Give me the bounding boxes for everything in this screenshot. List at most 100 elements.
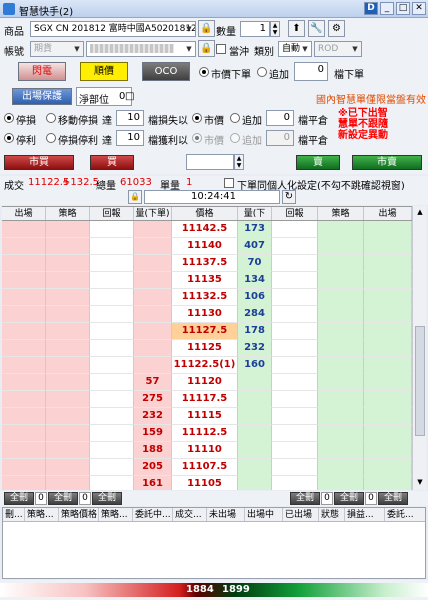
report-right-cell[interactable] (272, 476, 318, 490)
sell-button[interactable]: 賣 (296, 155, 340, 170)
exit-left-cell[interactable] (2, 425, 46, 442)
quantity-input[interactable]: 1 (240, 21, 270, 37)
market-order-radio[interactable] (199, 67, 209, 77)
stop-loss-chase-input[interactable]: 0 (266, 110, 294, 126)
exit-right-cell[interactable] (364, 323, 412, 340)
strategy-right-cell[interactable] (318, 306, 364, 323)
report-right-cell[interactable] (272, 357, 318, 374)
exit-right-cell[interactable] (364, 238, 412, 255)
price-cell[interactable]: 11132.5 (172, 289, 238, 306)
report-right-cell[interactable] (272, 425, 318, 442)
price-cell[interactable]: 11105 (172, 476, 238, 490)
ask-qty-cell[interactable] (238, 425, 272, 442)
bid-qty-cell[interactable]: 205 (134, 459, 172, 476)
bid-qty-cell[interactable] (134, 340, 172, 357)
col-status[interactable]: 狀態 (319, 508, 345, 521)
strategy-right-cell[interactable] (318, 221, 364, 238)
col-pnl[interactable]: 損益... (345, 508, 385, 521)
price-cell[interactable]: 11120 (172, 374, 238, 391)
report-left-cell[interactable] (90, 306, 134, 323)
exit-left-cell[interactable] (2, 255, 46, 272)
exit-right-cell[interactable] (364, 425, 412, 442)
strategy-left-cell[interactable] (46, 221, 90, 238)
bid-qty-cell[interactable] (134, 306, 172, 323)
bid-qty-cell[interactable] (134, 221, 172, 238)
exit-left-cell[interactable] (2, 238, 46, 255)
strategy-left-cell[interactable] (46, 374, 90, 391)
bid-qty-cell[interactable] (134, 272, 172, 289)
exit-right-cell[interactable] (364, 374, 412, 391)
report-left-cell[interactable] (90, 442, 134, 459)
maximize-button[interactable]: □ (396, 2, 410, 15)
exit-right-cell[interactable] (364, 476, 412, 490)
col-pending[interactable]: 委託中... (133, 508, 173, 521)
strategy-right-cell[interactable] (318, 255, 364, 272)
exit-left-cell[interactable] (2, 374, 46, 391)
exit-left-cell[interactable] (2, 340, 46, 357)
account-type-select[interactable]: 期貨 ▼ (30, 41, 84, 57)
ask-qty-cell[interactable] (238, 476, 272, 490)
cancel-all-exit-left-button[interactable]: 全刪 (4, 492, 34, 505)
cancel-all-strategy-right-button[interactable]: 全刪 (334, 492, 364, 505)
report-left-cell[interactable] (90, 289, 134, 306)
strategy-left-cell[interactable] (46, 459, 90, 476)
strategy-right-cell[interactable] (318, 391, 364, 408)
strategy-right-cell[interactable] (318, 374, 364, 391)
ask-qty-cell[interactable] (238, 459, 272, 476)
exit-left-cell[interactable] (2, 306, 46, 323)
col-order[interactable]: 委託... (385, 508, 425, 521)
strategy-left-cell[interactable] (46, 357, 90, 374)
strategy-left-cell[interactable] (46, 408, 90, 425)
report-right-cell[interactable] (272, 323, 318, 340)
minimize-button[interactable]: _ (380, 2, 394, 15)
ask-qty-cell[interactable]: 134 (238, 272, 272, 289)
exit-left-cell[interactable] (2, 357, 46, 374)
report-left-cell[interactable] (90, 323, 134, 340)
take-profit-market-radio[interactable] (192, 133, 202, 143)
report-right-cell[interactable] (272, 374, 318, 391)
col-not-exited[interactable]: 未出場 (207, 508, 245, 521)
oco-button[interactable]: OCO (142, 62, 190, 81)
price-cell[interactable]: 11122.5(1) (172, 357, 238, 374)
report-right-cell[interactable] (272, 459, 318, 476)
refresh-icon[interactable]: ↻ (282, 190, 296, 204)
strategy-right-cell[interactable] (318, 238, 364, 255)
exit-right-cell[interactable] (364, 391, 412, 408)
col-strategy-price[interactable]: 策略價格 (59, 508, 99, 521)
price-cell[interactable]: 11127.5 (172, 323, 238, 340)
stop-loss-radio[interactable] (4, 113, 14, 123)
strategy-left-cell[interactable] (46, 255, 90, 272)
report-right-cell[interactable] (272, 391, 318, 408)
strategy-left-cell[interactable] (46, 442, 90, 459)
strategy-left-cell[interactable] (46, 306, 90, 323)
strategy-right-cell[interactable] (318, 289, 364, 306)
flash-button[interactable]: 閃電 (18, 62, 66, 81)
ask-qty-cell[interactable]: 178 (238, 323, 272, 340)
bid-qty-cell[interactable] (134, 357, 172, 374)
report-left-cell[interactable] (90, 476, 134, 490)
report-left-cell[interactable] (90, 221, 134, 238)
strategy-left-cell[interactable] (46, 289, 90, 306)
col-strategy[interactable]: 策略... (25, 508, 59, 521)
bid-qty-cell[interactable] (134, 289, 172, 306)
scroll-up-icon[interactable]: ▲ (415, 208, 425, 218)
exit-right-cell[interactable] (364, 357, 412, 374)
ask-qty-cell[interactable]: 284 (238, 306, 272, 323)
exit-protect-button[interactable]: 出場保護 (12, 88, 72, 105)
report-left-cell[interactable] (90, 272, 134, 289)
col-delete[interactable]: 刪... (3, 508, 25, 521)
bid-qty-cell[interactable]: 232 (134, 408, 172, 425)
report-right-cell[interactable] (272, 442, 318, 459)
bid-qty-cell[interactable] (134, 255, 172, 272)
ask-qty-cell[interactable]: 70 (238, 255, 272, 272)
rod-select[interactable]: ROD ▼ (314, 41, 362, 57)
price-cell[interactable]: 11135 (172, 272, 238, 289)
exit-right-cell[interactable] (364, 272, 412, 289)
exit-left-cell[interactable] (2, 221, 46, 238)
exit-left-cell[interactable] (2, 476, 46, 490)
strategy-right-cell[interactable] (318, 442, 364, 459)
report-right-cell[interactable] (272, 255, 318, 272)
ladder-scrollbar[interactable]: ▲ ▼ (412, 206, 426, 490)
d-icon-button[interactable]: D (364, 2, 378, 15)
exit-right-cell[interactable] (364, 289, 412, 306)
